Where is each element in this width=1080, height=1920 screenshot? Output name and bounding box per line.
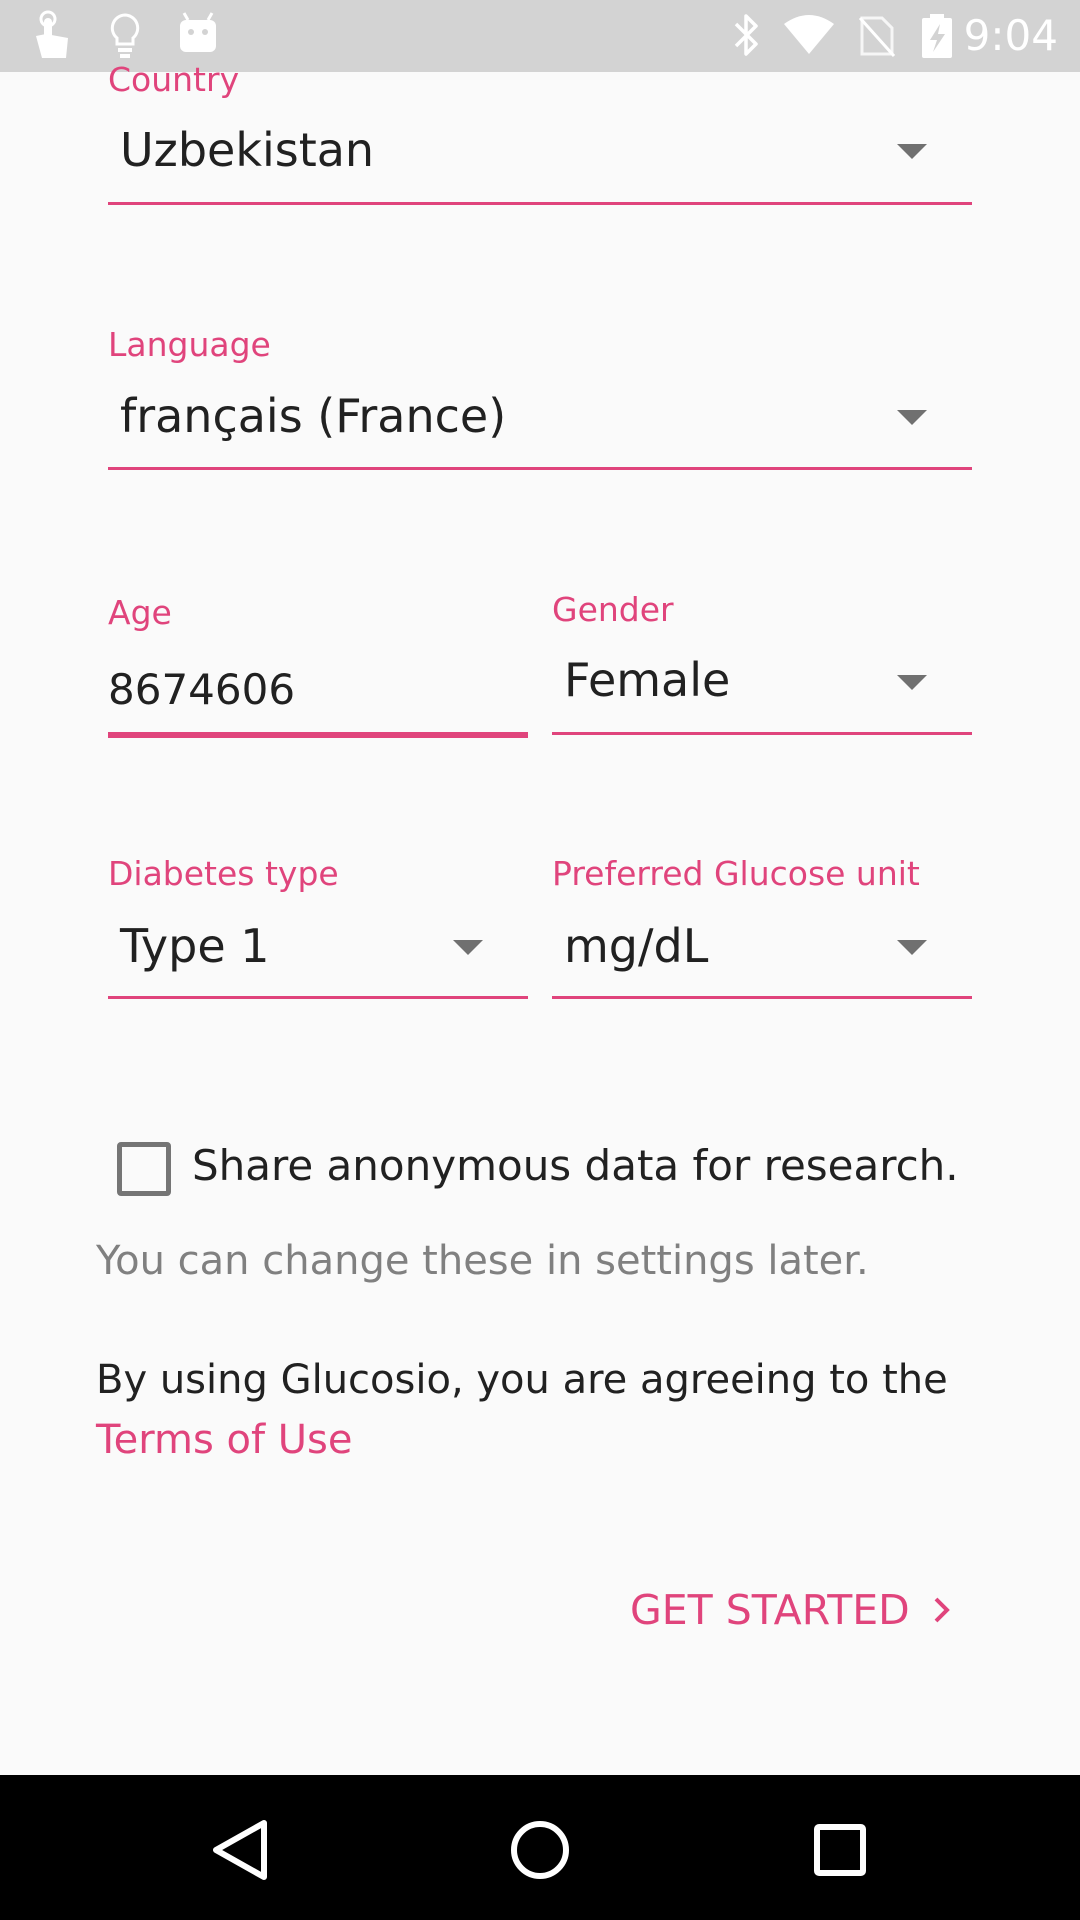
terms-text: By using Glucosio, you are agreeing to t… xyxy=(96,1357,948,1403)
share-data-checkbox[interactable] xyxy=(117,1142,171,1196)
bulb-icon xyxy=(110,13,140,58)
glucose-unit-underline xyxy=(552,996,972,999)
status-time: 9:04 xyxy=(963,11,1058,60)
gender-underline xyxy=(552,732,972,735)
age-input[interactable]: 8674606 xyxy=(108,660,528,740)
language-underline xyxy=(108,467,972,470)
country-value: Uzbekistan xyxy=(120,123,375,177)
language-label: Language xyxy=(108,325,271,364)
get-started-label: GET STARTED xyxy=(630,1586,910,1634)
get-started-button[interactable]: GET STARTED xyxy=(630,1580,952,1640)
dropdown-arrow-icon xyxy=(453,940,483,955)
diabetes-type-value: Type 1 xyxy=(120,919,270,973)
home-icon[interactable] xyxy=(490,1805,590,1895)
age-label: Age xyxy=(108,593,172,632)
back-icon[interactable] xyxy=(190,1805,290,1895)
age-value: 8674606 xyxy=(108,665,296,714)
chevron-right-icon xyxy=(934,1597,950,1623)
dropdown-arrow-icon xyxy=(897,675,927,690)
android-icon xyxy=(180,12,216,52)
country-label: Country xyxy=(108,60,240,99)
language-spinner[interactable]: français (France) xyxy=(108,376,972,472)
diabetes-type-spinner[interactable]: Type 1 xyxy=(108,906,528,1002)
diabetes-type-label: Diabetes type xyxy=(108,854,339,893)
wifi-icon xyxy=(784,15,834,54)
terms-of-use-link[interactable]: Terms of Use xyxy=(96,1415,353,1465)
dropdown-arrow-icon xyxy=(897,940,927,955)
settings-hint: You can change these in settings later. xyxy=(96,1238,869,1284)
gender-label: Gender xyxy=(552,590,674,629)
bluetooth-icon xyxy=(734,14,758,56)
glucose-unit-spinner[interactable]: mg/dL xyxy=(552,906,972,1002)
recents-icon[interactable] xyxy=(790,1805,890,1895)
age-underline xyxy=(108,732,528,738)
glucose-unit-label: Preferred Glucose unit xyxy=(552,854,920,893)
dropdown-arrow-icon xyxy=(897,144,927,159)
country-spinner[interactable]: Uzbekistan xyxy=(108,110,972,206)
language-value: français (France) xyxy=(120,389,507,443)
gender-value: Female xyxy=(564,653,731,707)
battery-charging-icon xyxy=(922,14,952,58)
diabetes-type-underline xyxy=(108,996,528,999)
navigation-bar xyxy=(0,1775,1080,1920)
glucose-unit-value: mg/dL xyxy=(564,919,709,973)
no-sim-icon xyxy=(858,16,896,58)
gender-spinner[interactable]: Female xyxy=(552,642,972,738)
dropdown-arrow-icon xyxy=(897,410,927,425)
country-underline xyxy=(108,202,972,205)
share-data-label[interactable]: Share anonymous data for research. xyxy=(192,1140,959,1192)
touch-icon xyxy=(36,10,68,58)
